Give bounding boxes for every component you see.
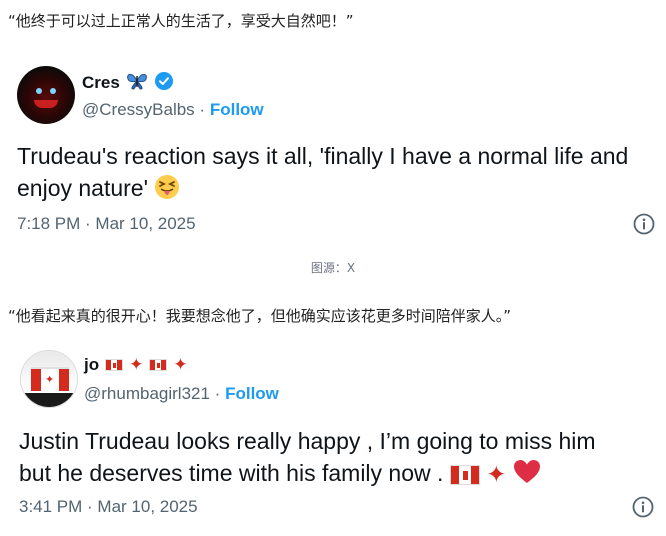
handle[interactable]: @rhumbagirl321 [84,384,210,403]
avatar[interactable]: ✦ [20,350,78,408]
display-name[interactable]: Cres [82,73,120,93]
follow-button[interactable]: Follow [210,100,264,119]
info-icon[interactable] [632,496,654,518]
separator: · [199,100,206,119]
handle[interactable]: @CressyBalbs [82,100,195,119]
maple-leaf-emoji-icon: ✦ [486,461,507,489]
red-heart-emoji-icon [513,459,541,493]
timestamp[interactable]: 3:41 PM · Mar 10, 2025 [19,497,198,517]
canada-flag-emoji-icon [149,359,168,371]
display-name[interactable]: jo [84,355,99,375]
maple-leaf-emoji-icon: ✦ [173,354,188,375]
quote-text-2: “他看起来真的很开心！我要想念他了，但他确实应该花更多时间陪伴家人。” [8,307,512,325]
follow-button[interactable]: Follow [225,384,279,403]
info-icon[interactable] [633,213,655,235]
canada-flag-emoji-icon [105,359,124,371]
quote-text-1: “他终于可以过上正常人的生活了，享受大自然吧！” [8,12,354,30]
tweet-text: Justin Trudeau looks really happy , I’m … [19,425,649,493]
avatar[interactable] [17,66,75,124]
butterfly-emoji-icon [126,72,148,94]
squinting-face-with-tongue-emoji-icon [154,174,180,208]
canada-flag-emoji-icon [449,464,480,485]
verified-badge-icon [154,71,174,95]
timestamp[interactable]: 7:18 PM · Mar 10, 2025 [17,214,196,234]
separator: · [214,384,221,403]
tweet-text: Trudeau's reaction says it all, 'finally… [17,140,637,208]
image-caption: 图源：X [310,261,356,275]
maple-leaf-emoji-icon: ✦ [129,354,144,375]
